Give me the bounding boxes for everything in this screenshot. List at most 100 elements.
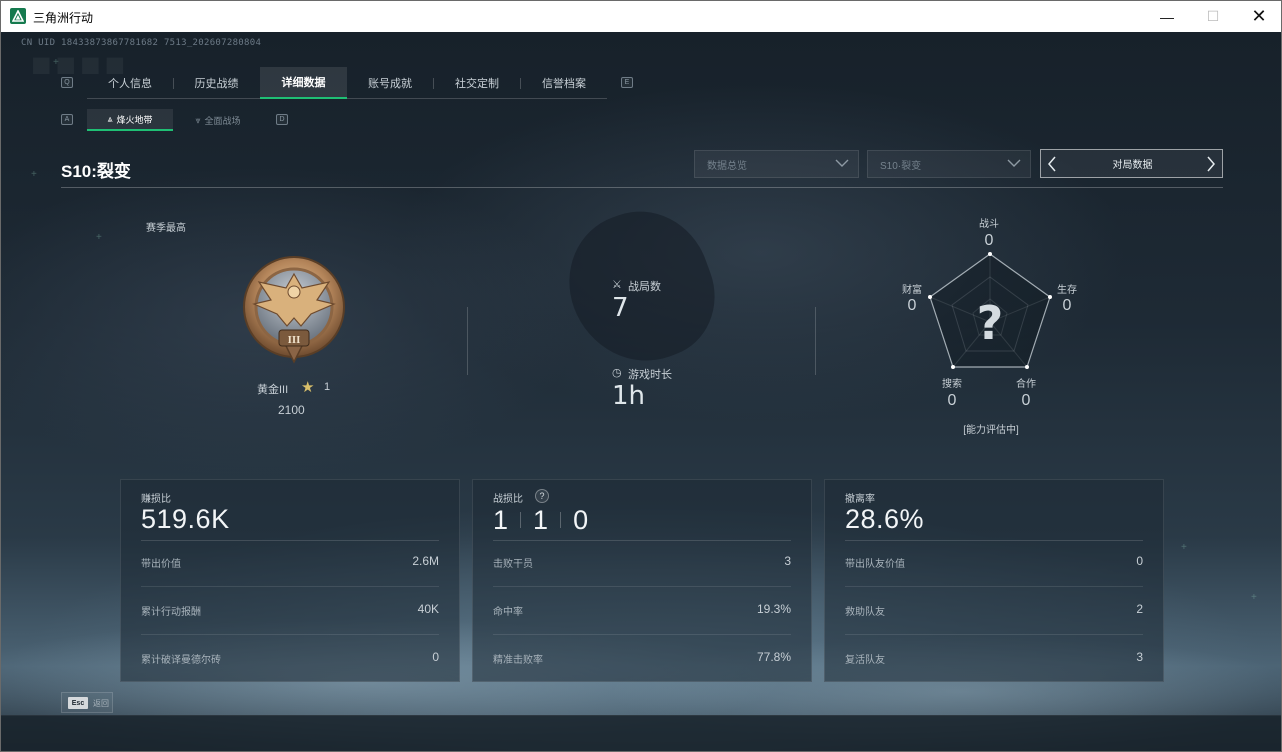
stat-row: 累计破译曼德尔砖 0 <box>141 649 439 669</box>
radar-unknown-mark: ? <box>977 296 1004 350</box>
subtab-label: 全面战场 <box>204 115 241 126</box>
row-divider <box>493 634 791 635</box>
stat-row: 击败干员 3 <box>493 553 791 573</box>
switcher-label: 对局数据 <box>1112 160 1153 171</box>
tab-prev-key-hint: Q <box>61 77 73 88</box>
stat-row-value: 0 <box>432 650 439 664</box>
stat-row-label: 精准击败率 <box>493 655 543 666</box>
radar-status: [能力评估中] <box>963 425 1019 436</box>
stat-row-label: 救助队友 <box>845 607 885 618</box>
help-icon[interactable]: ? <box>535 489 549 503</box>
window-title: 三角洲行动 <box>33 11 94 25</box>
chevron-left-icon[interactable] <box>1043 154 1061 174</box>
tab-personal-info[interactable]: 个人信息 <box>87 67 173 99</box>
kd-separator <box>520 512 522 528</box>
fire-zone-icon: ⩓ <box>107 113 113 124</box>
stat-row-value: 19.3% <box>756 602 791 616</box>
subtab-next-key-hint: D <box>276 114 288 125</box>
chevron-down-icon <box>1007 159 1021 167</box>
match-data-switcher: 对局数据 <box>1040 149 1223 178</box>
bottom-bar <box>1 715 1281 751</box>
ability-radar-chart: ? <box>928 252 1052 369</box>
delta-force-logo-icon <box>10 8 26 24</box>
tab-detailed-data[interactable]: 详细数据 <box>260 67 347 99</box>
main-tab-bar: 个人信息 历史战绩 详细数据 账号成就 社交定制 信誉档案 <box>87 67 607 99</box>
tab-next-key-hint: E <box>621 77 633 88</box>
playtime-label: 游戏时长 <box>628 369 672 381</box>
back-label: 返回 <box>93 699 109 708</box>
subtab-full-battlefield[interactable]: ⩔ 全面战场 <box>175 109 261 131</box>
extraction-title: 撤离率 <box>845 494 875 505</box>
tab-credit-profile[interactable]: 信誉档案 <box>521 67 607 99</box>
section-divider <box>467 307 468 375</box>
stat-row: 精准击败率 77.8% <box>493 649 791 669</box>
minimize-button[interactable]: — <box>1144 1 1190 32</box>
hud-cross-icon: + <box>1251 592 1257 603</box>
stat-row-value: 2 <box>1136 602 1143 616</box>
stat-row-label: 累计破译曼德尔砖 <box>141 655 221 666</box>
stat-row-label: 命中率 <box>493 607 523 618</box>
hud-cross-icon: + <box>31 169 37 180</box>
stat-row-value: 77.8% <box>756 650 791 664</box>
stat-row: 带出队友价值 0 <box>845 553 1143 573</box>
dropdown-value: S10·裂变 <box>880 160 922 172</box>
section-divider <box>815 307 816 375</box>
extraction-panel: 撤离率 28.6% 带出队友价值 0 救助队友 2 复活队友 3 <box>824 479 1164 682</box>
data-view-dropdown[interactable]: 数据总览 <box>694 150 859 178</box>
rank-score: 2100 <box>278 403 305 417</box>
combat-title: 战损比 <box>493 494 523 505</box>
dropdown-value: 数据总览 <box>707 160 747 172</box>
stat-row: 累计行动报酬 40K <box>141 601 439 621</box>
stat-row-value: 0 <box>1136 554 1143 568</box>
stat-row: 命中率 19.3% <box>493 601 791 621</box>
subtab-label: 烽火地带 <box>116 114 153 125</box>
kd-separator <box>560 512 562 528</box>
tab-social-customize[interactable]: 社交定制 <box>434 67 520 99</box>
panel-divider <box>493 540 791 541</box>
season-dropdown[interactable]: S10·裂变 <box>867 150 1031 178</box>
season-title: S10:裂变 <box>61 162 131 181</box>
tab-achievements[interactable]: 账号成就 <box>347 67 433 99</box>
crossed-swords-icon: ⚔ <box>612 279 622 291</box>
stat-row-value: 40K <box>417 602 439 616</box>
star-icon: ★ <box>301 379 315 396</box>
stat-row: 复活队友 3 <box>845 649 1143 669</box>
back-button[interactable]: Esc 返回 <box>61 692 113 713</box>
profit-title: 赚损比 <box>141 494 171 505</box>
stat-row-label: 击败干员 <box>493 559 533 570</box>
stat-row-value: 2.6M <box>412 554 439 568</box>
radar-label-combat: 战斗 <box>979 219 999 230</box>
esc-key-hint: Esc <box>68 697 88 709</box>
maximize-button[interactable]: ☐ <box>1190 1 1236 32</box>
extraction-value: 28.6% <box>845 504 925 534</box>
season-divider <box>61 187 1223 188</box>
panel-divider <box>141 540 439 541</box>
hud-cross-icon: + <box>96 232 102 243</box>
player-uid: CN UID 18433873867781682 7513_2026072808… <box>21 38 262 48</box>
row-divider <box>141 634 439 635</box>
subtab-prev-key-hint: A <box>61 114 73 125</box>
matches-label: 战局数 <box>628 281 661 293</box>
tab-match-history[interactable]: 历史战绩 <box>174 67 259 99</box>
chevron-down-icon <box>835 159 849 167</box>
hud-cross-icon: + <box>1181 542 1187 553</box>
stat-row-label: 复活队友 <box>845 655 885 666</box>
stat-row-label: 累计行动报酬 <box>141 607 201 618</box>
subtab-warzone-extraction[interactable]: ⩓ 烽火地带 <box>87 109 173 131</box>
panel-divider <box>845 540 1143 541</box>
row-divider <box>845 586 1143 587</box>
medal-tier-numeral: III <box>288 334 301 346</box>
row-divider <box>845 634 1143 635</box>
matches-value: 7 <box>612 293 629 323</box>
stat-row: 救助队友 2 <box>845 601 1143 621</box>
kd-part: 1 <box>493 504 509 535</box>
clock-icon: ◷ <box>612 367 622 379</box>
close-button[interactable]: ✕ <box>1236 1 1281 32</box>
row-divider <box>141 586 439 587</box>
kd-part: 1 <box>533 504 549 535</box>
chevron-right-icon[interactable] <box>1202 154 1220 174</box>
battlefield-icon: ⩔ <box>195 114 201 125</box>
stat-row: 带出价值 2.6M <box>141 553 439 573</box>
stat-row-label: 带出价值 <box>141 559 181 570</box>
profit-panel: 赚损比 519.6K 带出价值 2.6M 累计行动报酬 40K 累计破译曼德尔砖… <box>120 479 460 682</box>
